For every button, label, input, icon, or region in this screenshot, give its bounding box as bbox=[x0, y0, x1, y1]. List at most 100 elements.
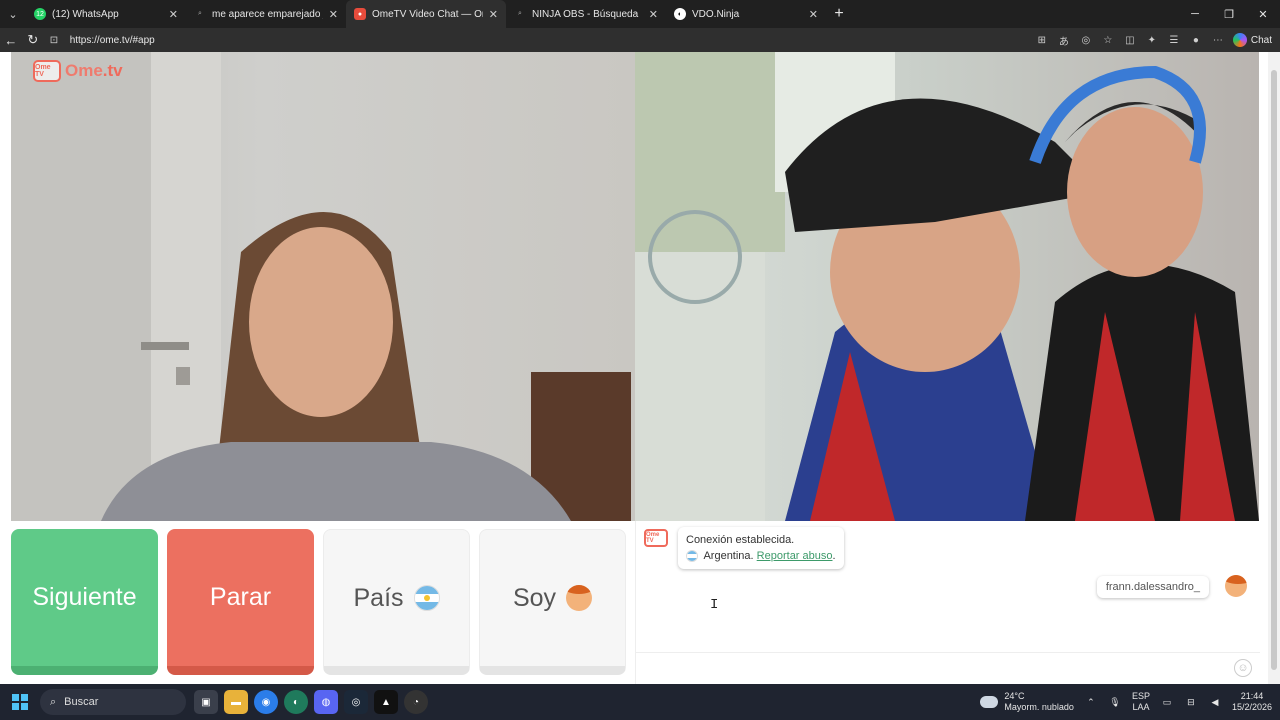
weather-desc: Mayorm. nublado bbox=[1004, 702, 1074, 712]
system-message: Conexión establecida. Argentina. Reporta… bbox=[678, 527, 844, 569]
microphone-icon[interactable]: 🎙 bbox=[1108, 697, 1122, 708]
stop-button[interactable]: Parar bbox=[167, 529, 314, 675]
chat-panel: Ome TV Conexión establecida. Argentina. … bbox=[635, 521, 1260, 684]
pinned-apps: ▣ ▬ ◉ ◐ ◍ ◎ ▲ ◔ bbox=[194, 690, 428, 714]
boy-avatar-icon bbox=[566, 585, 593, 611]
back-button[interactable]: ← bbox=[0, 28, 22, 52]
tab-title: NINJA OBS - Búsqueda bbox=[532, 8, 639, 20]
close-tab-icon[interactable]: ✕ bbox=[809, 8, 818, 21]
local-video: Ome TV Ome.tv bbox=[11, 52, 635, 521]
user-avatar bbox=[1225, 575, 1247, 597]
favorite-star-icon[interactable]: ☆ bbox=[1099, 31, 1117, 49]
close-tab-icon[interactable]: ✕ bbox=[329, 8, 338, 21]
gender-button[interactable]: Soy bbox=[479, 529, 626, 675]
split-screen-icon[interactable]: ◫ bbox=[1121, 31, 1139, 49]
epic-games-icon[interactable]: ▲ bbox=[374, 690, 398, 714]
tab-ninja-obs-search[interactable]: ⌕ NINJA OBS - Búsqueda ✕ bbox=[506, 0, 666, 28]
browser-tab-strip: ⌄ 12 (12) WhatsApp ✕ ⌕ me aparece empare… bbox=[0, 0, 1280, 28]
input-language[interactable]: ESP LAA bbox=[1132, 691, 1150, 713]
text-cursor-icon: I bbox=[710, 597, 719, 613]
argentina-flag-icon bbox=[413, 585, 440, 611]
display-icon[interactable]: ▭ bbox=[1160, 697, 1174, 708]
window-controls: ─ ❐ ✕ bbox=[1178, 0, 1280, 28]
tab-vdo-ninja[interactable]: ◐ VDO.Ninja ✕ bbox=[666, 0, 826, 28]
tab-search-joystick[interactable]: ⌕ me aparece emparejado joystick b ✕ bbox=[186, 0, 346, 28]
more-menu-icon[interactable]: ⋯ bbox=[1209, 31, 1227, 49]
next-button[interactable]: Siguiente bbox=[11, 529, 158, 675]
system-tray: 24°C Mayorm. nublado ⌃ 🎙 ESP LAA ▭ ⊟ ◀ 2… bbox=[980, 691, 1280, 713]
app-available-icon[interactable]: ⊞ bbox=[1033, 31, 1051, 49]
tab-whatsapp[interactable]: 12 (12) WhatsApp ✕ bbox=[26, 0, 186, 28]
tab-title: OmeTV Video Chat — Omegl bbox=[372, 8, 483, 20]
tab-title: (12) WhatsApp bbox=[52, 8, 119, 20]
report-abuse-link[interactable]: Reportar abuso bbox=[757, 550, 833, 562]
chrome-icon[interactable]: ◉ bbox=[254, 690, 278, 714]
tab-actions-menu-button[interactable]: ⌄ bbox=[0, 0, 26, 28]
copilot-chat-button[interactable]: Chat bbox=[1232, 33, 1272, 47]
ometv-system-icon: Ome TV bbox=[644, 529, 668, 547]
page-scrollbar[interactable] bbox=[1268, 52, 1280, 684]
clock[interactable]: 21:44 15/2/2026 bbox=[1232, 691, 1272, 713]
whatsapp-icon: 12 bbox=[34, 8, 46, 20]
copilot-icon bbox=[1232, 33, 1247, 47]
lang-line2: LAA bbox=[1132, 702, 1150, 712]
gender-label: Soy bbox=[512, 583, 557, 612]
chat-message-input[interactable] bbox=[636, 653, 1216, 683]
ometv-logo-icon: Ome TV bbox=[33, 60, 61, 82]
emoji-icon[interactable]: ☺ bbox=[1234, 659, 1252, 677]
close-window-icon[interactable]: ✕ bbox=[1246, 0, 1280, 28]
ometv-page: Ome TV Ome.tv Siguiente Parar País Soy O… bbox=[0, 52, 1280, 684]
windows-logo-icon bbox=[12, 694, 28, 710]
chevron-up-icon[interactable]: ⌃ bbox=[1084, 697, 1098, 708]
file-explorer-icon[interactable]: ▬ bbox=[224, 690, 248, 714]
logo-text: Ome.tv bbox=[65, 61, 123, 80]
translate-icon[interactable]: あ bbox=[1055, 31, 1073, 49]
restore-icon[interactable]: ❐ bbox=[1212, 0, 1246, 28]
tab-ometv[interactable]: ● OmeTV Video Chat — Omegl ✕ bbox=[346, 0, 506, 28]
connection-status-text: Conexión establecida. bbox=[686, 534, 795, 546]
steam-icon[interactable]: ◎ bbox=[344, 690, 368, 714]
clock-time: 21:44 bbox=[1240, 691, 1264, 701]
edge-icon[interactable]: ◐ bbox=[284, 690, 308, 714]
extensions-icon[interactable]: ✦ bbox=[1143, 31, 1161, 49]
close-tab-icon[interactable]: ✕ bbox=[489, 8, 498, 21]
volume-icon[interactable]: ◀ bbox=[1208, 697, 1222, 708]
country-label: País bbox=[353, 583, 404, 612]
local-video-feed bbox=[11, 52, 631, 521]
windows-taskbar: ⌕ Buscar ▣ ▬ ◉ ◐ ◍ ◎ ▲ ◔ 24°C Mayorm. nu… bbox=[0, 684, 1280, 720]
country-button[interactable]: País bbox=[323, 529, 470, 675]
new-tab-button[interactable]: + bbox=[826, 0, 852, 28]
reload-button[interactable]: ↻ bbox=[22, 28, 44, 52]
site-info-icon[interactable]: ⊡ bbox=[50, 35, 64, 46]
partner-country-line: Argentina. Reportar abuso. bbox=[686, 548, 836, 564]
close-tab-icon[interactable]: ✕ bbox=[649, 8, 658, 21]
weather-widget[interactable]: 24°C Mayorm. nublado bbox=[980, 691, 1074, 713]
minimize-icon[interactable]: ─ bbox=[1178, 0, 1212, 28]
argentina-flag-icon bbox=[686, 550, 698, 563]
vdo-ninja-icon: ◐ bbox=[674, 8, 686, 20]
chat-input-area: ☺ bbox=[636, 652, 1260, 684]
stop-label: Parar bbox=[209, 583, 272, 611]
profile-avatar[interactable]: ● bbox=[1187, 31, 1205, 49]
lang-line1: ESP bbox=[1131, 691, 1150, 701]
clock-date: 15/2/2026 bbox=[1231, 702, 1272, 712]
network-icon[interactable]: ⊟ bbox=[1184, 697, 1198, 708]
taskbar-search[interactable]: ⌕ Buscar bbox=[40, 689, 186, 715]
user-message: frann.dalessandro_ bbox=[1096, 576, 1209, 598]
toolbar-icons: ⊞ あ ◎ ☆ ◫ ✦ ☰ ● ⋯ bbox=[1033, 31, 1227, 49]
discord-icon[interactable]: ◍ bbox=[314, 690, 338, 714]
tab-title: VDO.Ninja bbox=[692, 8, 740, 20]
weather-temp: 24°C bbox=[1004, 691, 1025, 701]
tracking-icon[interactable]: ◎ bbox=[1077, 31, 1095, 49]
obs-icon[interactable]: ◔ bbox=[404, 690, 428, 714]
url-text: https://ome.tv/#app bbox=[69, 34, 155, 46]
url-field[interactable]: ⊡ https://ome.tv/#app bbox=[49, 30, 1033, 50]
ometv-logo[interactable]: Ome TV Ome.tv bbox=[33, 60, 123, 82]
address-bar: ← ↻ ⊡ https://ome.tv/#app ⊞ あ ◎ ☆ ◫ ✦ ☰ … bbox=[0, 28, 1280, 52]
task-view-icon[interactable]: ▣ bbox=[194, 690, 218, 714]
next-label: Siguiente bbox=[32, 583, 137, 611]
favorites-icon[interactable]: ☰ bbox=[1165, 31, 1183, 49]
report-suffix: . bbox=[832, 550, 836, 562]
start-button[interactable] bbox=[0, 684, 40, 720]
close-tab-icon[interactable]: ✕ bbox=[169, 8, 178, 21]
